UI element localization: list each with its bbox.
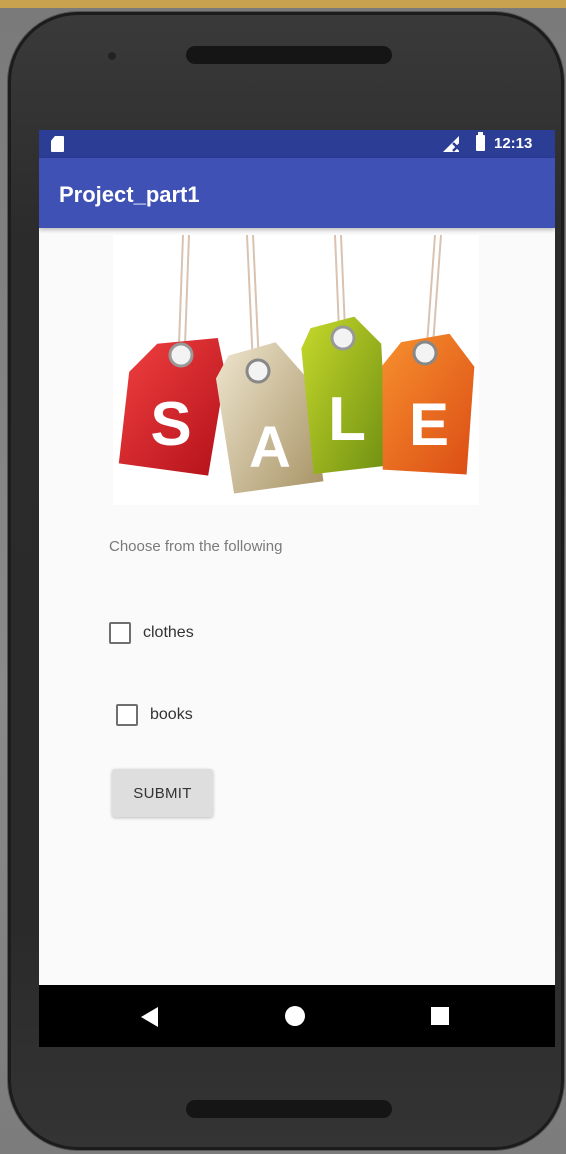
checkbox-books[interactable]: books xyxy=(116,704,193,726)
checkbox-clothes[interactable]: clothes xyxy=(109,622,194,644)
earpiece-speaker xyxy=(186,46,392,64)
status-time: 12:13 xyxy=(494,135,533,152)
sale-tag-l-letter: L xyxy=(328,385,366,454)
app-toolbar: Project_part1 xyxy=(39,158,555,228)
signal-off-icon xyxy=(443,136,462,152)
back-icon[interactable] xyxy=(141,1007,158,1027)
navigation-bar xyxy=(39,985,555,1047)
app-title: Project_part1 xyxy=(59,182,200,207)
choose-prompt: Choose from the following xyxy=(109,538,283,555)
sale-tag-e: E xyxy=(382,333,475,475)
sale-banner-image: S A L E xyxy=(113,235,479,505)
recents-icon[interactable] xyxy=(431,1007,449,1025)
battery-icon xyxy=(476,132,485,151)
bottom-speaker xyxy=(186,1100,392,1118)
checkbox-books-label[interactable]: books xyxy=(150,706,193,724)
home-icon[interactable] xyxy=(285,1006,305,1026)
sale-tag-a-letter: A xyxy=(249,415,291,480)
sale-tag-s-letter: S xyxy=(150,390,191,459)
phone-frame: 12:13 Project_part1 S A L E Choose from … xyxy=(8,12,564,1150)
app-screen: 12:13 Project_part1 S A L E Choose from … xyxy=(39,130,555,1047)
checkbox-clothes-box[interactable] xyxy=(109,622,131,644)
submit-button[interactable]: SUBMIT xyxy=(112,769,213,817)
sale-tag-e-letter: E xyxy=(409,391,449,458)
front-camera xyxy=(108,52,116,60)
checkbox-clothes-label[interactable]: clothes xyxy=(143,624,194,642)
sale-tag-s: S xyxy=(118,337,226,476)
status-bar: 12:13 xyxy=(39,130,555,158)
checkbox-books-box[interactable] xyxy=(116,704,138,726)
sd-card-icon xyxy=(51,136,64,152)
sale-tag-l: L xyxy=(301,316,388,475)
